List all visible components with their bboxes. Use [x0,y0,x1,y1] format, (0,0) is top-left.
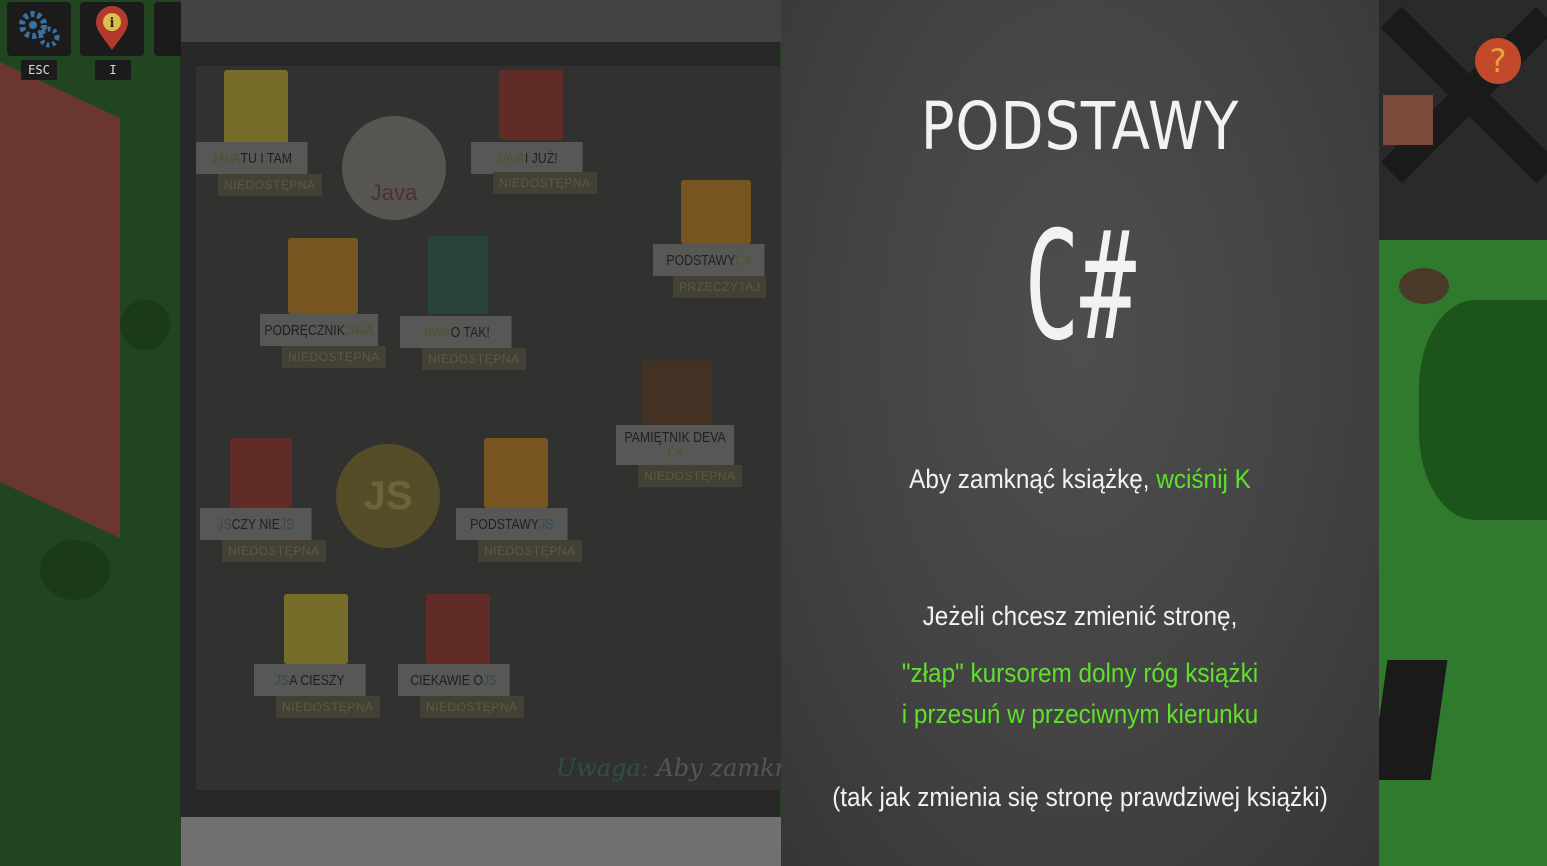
page-hint-line3: i przesuń w przeciwnym kierunku [901,699,1259,729]
book-page[interactable]: PODSTAWY C# Aby zamknąć książkę, wciśnij… [781,0,1379,866]
game-scene: JAVA TU I TAM NIEDOSTĘPNA Java JAVA I JU… [0,0,1547,866]
page-hint-line2: "złap" kursorem dolny róg książki [901,658,1259,688]
rock [1399,268,1449,304]
close-hint: Aby zamknąć książkę, wciśnij K [909,464,1251,494]
help-icon[interactable]: ? [1475,38,1521,84]
info-button[interactable]: i [80,2,144,56]
gear-icon [19,11,60,48]
world-background-right: ? [1379,0,1547,866]
settings-button[interactable] [7,2,71,56]
page-hint-line4: (tak jak zmienia się stronę prawdziwej k… [832,782,1328,812]
info-key-label: I [95,60,131,80]
book-language-heading: C# [1024,200,1136,374]
bush [1419,300,1547,520]
book-title-heading: PODSTAWY [920,88,1240,165]
page-hint-line1: Jeżeli chcesz zmienić stronę, [922,601,1238,631]
svg-text:i: i [110,16,115,31]
info-pin-icon: i [96,6,128,50]
dark-object [1379,660,1448,780]
dim-overlay [0,0,781,866]
building-books [1383,95,1433,145]
hud-button-partial[interactable] [154,2,181,56]
city-minimap: ? [1379,0,1547,240]
esc-key-label: ESC [21,60,57,80]
